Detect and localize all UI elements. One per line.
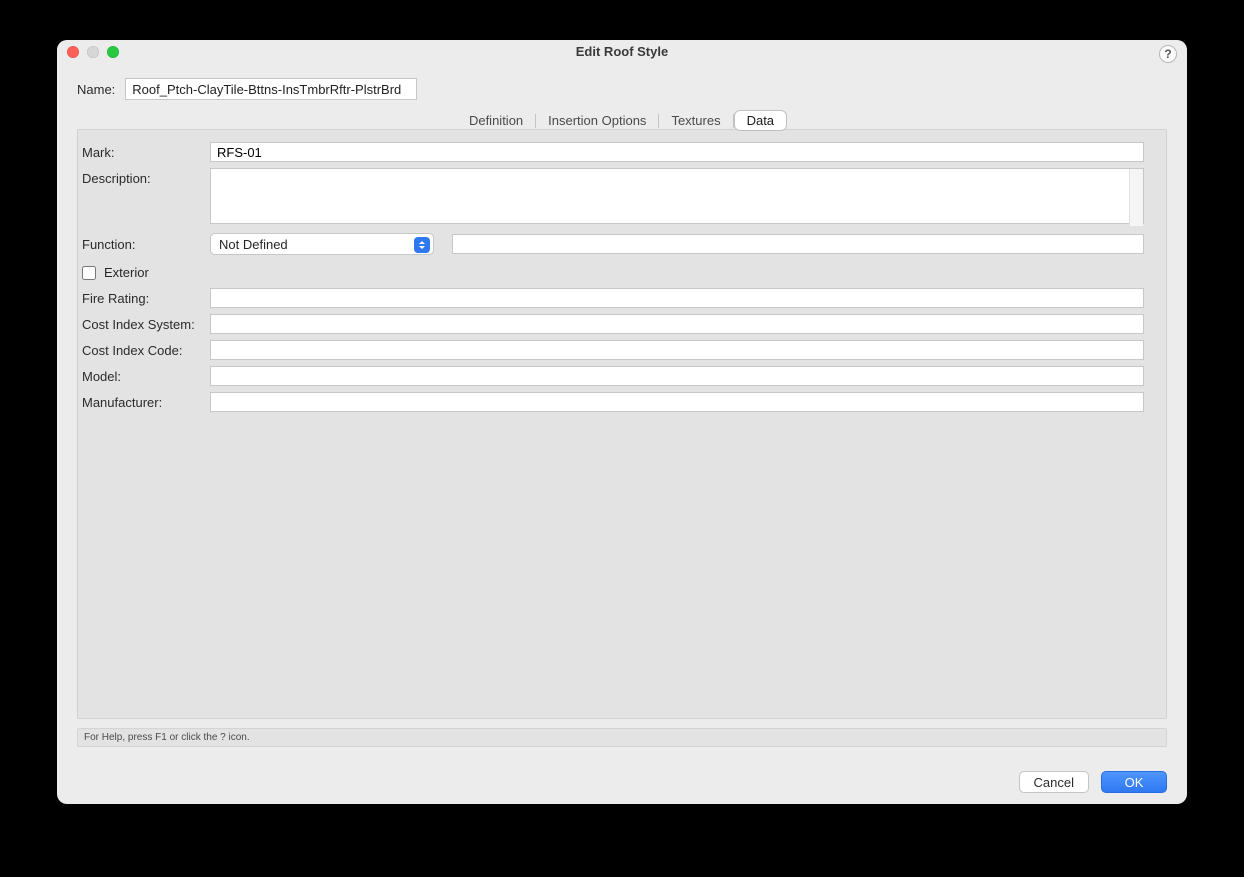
exterior-label: Exterior [104, 265, 149, 280]
model-label: Model: [82, 369, 210, 384]
function-select-value: Not Defined [219, 237, 288, 252]
exterior-checkbox[interactable] [82, 266, 96, 280]
manufacturer-input[interactable] [210, 392, 1144, 412]
description-textarea[interactable] [210, 168, 1144, 224]
tab-segment: Definition Insertion Options Textures Da… [457, 110, 787, 131]
cost-index-code-label: Cost Index Code: [82, 343, 210, 358]
model-input[interactable] [210, 366, 1144, 386]
help-button[interactable]: ? [1159, 45, 1177, 63]
tab-bar: Definition Insertion Options Textures Da… [77, 110, 1167, 131]
name-input[interactable] [125, 78, 417, 100]
cost-index-system-label: Cost Index System: [82, 317, 210, 332]
titlebar[interactable]: Edit Roof Style ? [57, 40, 1187, 64]
name-label: Name: [77, 82, 115, 97]
exterior-row: Exterior [82, 265, 1144, 280]
dialog-title: Edit Roof Style [57, 40, 1187, 64]
function-row: Not Defined [210, 233, 1144, 255]
description-wrap [210, 168, 1144, 227]
scrollbar[interactable] [1129, 169, 1143, 226]
fire-rating-input[interactable] [210, 288, 1144, 308]
cost-index-system-input[interactable] [210, 314, 1144, 334]
dialog-button-row: Cancel OK [77, 771, 1167, 793]
dialog-content: Name: Definition Insertion Options Textu… [57, 64, 1187, 793]
tab-data[interactable]: Data [734, 110, 787, 131]
mark-input[interactable] [210, 142, 1144, 162]
ok-button[interactable]: OK [1101, 771, 1167, 793]
function-extra-input[interactable] [452, 234, 1144, 254]
tab-insertion-options[interactable]: Insertion Options [536, 110, 658, 131]
manufacturer-label: Manufacturer: [82, 395, 210, 410]
dialog-edit-roof-style: Edit Roof Style ? Name: Definition Inser… [57, 40, 1187, 804]
cost-index-code-input[interactable] [210, 340, 1144, 360]
function-label: Function: [82, 237, 210, 252]
tab-panel-data: Mark: Description: Function: Not Defined [77, 129, 1167, 719]
description-label: Description: [82, 168, 210, 186]
tab-textures[interactable]: Textures [659, 110, 732, 131]
fire-rating-label: Fire Rating: [82, 291, 210, 306]
cancel-button[interactable]: Cancel [1019, 771, 1089, 793]
data-form: Mark: Description: Function: Not Defined [82, 142, 1144, 412]
help-hint: For Help, press F1 or click the ? icon. [77, 728, 1167, 747]
tab-definition[interactable]: Definition [457, 110, 535, 131]
mark-label: Mark: [82, 145, 210, 160]
help-icon: ? [1164, 47, 1171, 61]
chevron-updown-icon [414, 237, 430, 253]
function-select[interactable]: Not Defined [210, 233, 434, 255]
name-row: Name: [77, 78, 1167, 100]
